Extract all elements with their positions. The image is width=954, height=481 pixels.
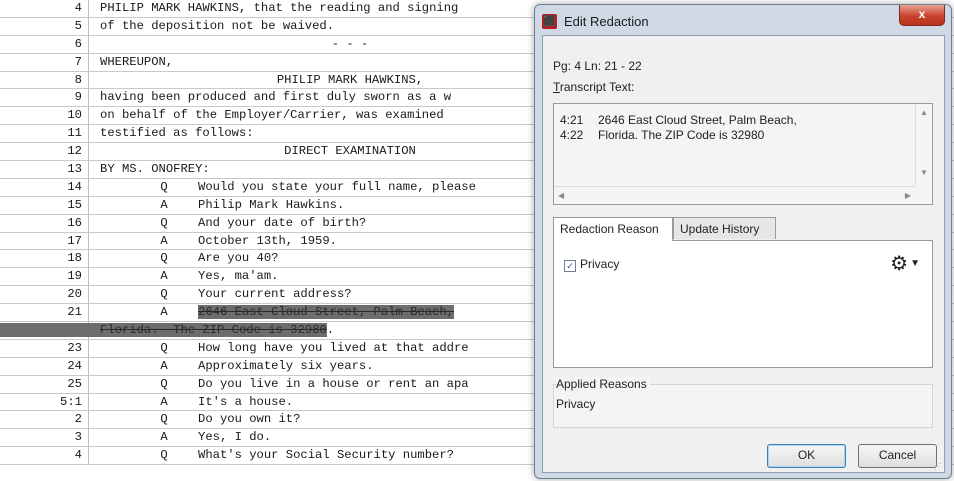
line-number: 4	[0, 0, 89, 17]
chevron-down-icon: ▼	[910, 258, 920, 269]
line-body: Approximately six years.	[198, 358, 374, 373]
scroll-up-icon[interactable]: ▲	[920, 108, 928, 117]
scroll-left-icon[interactable]: ◀	[558, 191, 564, 200]
transcript-text-box[interactable]: 4:21 2646 East Cloud Street, Palm Beach, …	[553, 103, 933, 205]
redacted-text[interactable]: Florida. The ZIP Code is 32980	[0, 323, 327, 338]
redaction-reason-panel: ✓ Privacy ⚙ ▼	[553, 240, 933, 368]
line-number: 11	[0, 125, 89, 143]
ok-button[interactable]: OK	[767, 444, 846, 468]
gear-icon: ⚙	[890, 253, 909, 275]
page-line-label: Pg: 4 Ln: 21 - 22	[553, 59, 642, 73]
close-button[interactable]: x	[899, 5, 945, 26]
line-body: October 13th, 1959.	[198, 233, 337, 248]
line-body: Yes, ma'am.	[198, 269, 279, 284]
speaker-label: Q	[160, 340, 168, 355]
cancel-button[interactable]: Cancel	[858, 444, 937, 468]
scroll-down-icon[interactable]: ▼	[920, 168, 928, 177]
speaker-label: Q	[160, 215, 168, 230]
resize-grip-icon[interactable]: ⋰	[934, 462, 942, 471]
speaker-label: A	[160, 305, 168, 320]
line-body: WHEREUPON,	[100, 54, 174, 69]
line-body: How long have you lived at that addre	[198, 340, 469, 355]
speaker-label: Q	[160, 412, 168, 427]
applied-reasons-value: Privacy	[556, 397, 596, 411]
line-body: having been produced and first duly swor…	[100, 90, 452, 105]
line-body: What's your Social Security number?	[198, 448, 454, 463]
tab-redaction-reason[interactable]: Redaction Reason	[553, 217, 673, 241]
line-number: 18	[0, 250, 89, 268]
line-number: 20	[0, 286, 89, 304]
line-number: 10	[0, 107, 89, 125]
line-body: of the deposition not be waived.	[100, 18, 335, 33]
line-body: Philip Mark Hawkins.	[198, 197, 345, 212]
speaker-label: Q	[160, 376, 168, 391]
line-number: 9	[0, 89, 89, 107]
line-body: It's a house.	[198, 394, 294, 409]
speaker-label: A	[160, 394, 168, 409]
line-number: 3	[0, 429, 89, 447]
speaker-label: Q	[160, 179, 168, 194]
line-body: PHILIP MARK HAWKINS,	[276, 72, 424, 87]
line-body: on behalf of the Employer/Carrier, was e…	[100, 108, 444, 123]
line-body: And your date of birth?	[198, 215, 367, 230]
line-body: Would you state your full name, please	[198, 179, 476, 194]
horizontal-scrollbar[interactable]: ◀ ▶	[554, 186, 915, 204]
transcript-text-row: 4:22 Florida. The ZIP Code is 32980	[560, 128, 765, 142]
speaker-label: A	[160, 197, 168, 212]
speaker-label: A	[160, 233, 168, 248]
vertical-scrollbar[interactable]: ▲ ▼	[915, 104, 932, 186]
speaker-label: A	[160, 269, 168, 284]
line-number: 5	[0, 17, 89, 35]
line-number: 4	[0, 447, 89, 465]
scroll-right-icon[interactable]: ▶	[905, 191, 911, 200]
line-number: 5:1	[0, 393, 89, 411]
line-body: PHILIP MARK HAWKINS, that the reading an…	[100, 1, 459, 15]
line-number: 21	[0, 304, 89, 322]
speaker-label: A	[160, 430, 168, 445]
close-icon: x	[918, 7, 926, 21]
app-icon: ⬛	[542, 14, 557, 29]
speaker-label: Q	[160, 448, 168, 463]
line-number: 15	[0, 196, 89, 214]
dialog-client-area: Pg: 4 Ln: 21 - 22 Transcript Text: 4:21 2…	[542, 35, 945, 473]
line-number: 14	[0, 178, 89, 196]
applied-reasons-group: Applied Reasons Privacy	[553, 377, 933, 428]
dialog-titlebar[interactable]: ⬛ Edit Redaction x	[535, 5, 951, 35]
transcript-text-label: Transcript Text:	[553, 80, 635, 94]
line-number: 16	[0, 214, 89, 232]
tab-update-history[interactable]: Update History	[673, 217, 776, 239]
line-body: BY MS. ONOFREY:	[100, 162, 210, 177]
line-number: 19	[0, 268, 89, 286]
line-body: Do you live in a house or rent an apa	[198, 376, 469, 391]
line-body: - - -	[331, 36, 369, 51]
line-body: Are you 40?	[198, 251, 279, 266]
line-body: Yes, I do.	[198, 430, 272, 445]
line-number: 17	[0, 232, 89, 250]
line-number: 13	[0, 161, 89, 178]
redacted-text[interactable]: 2646 East Cloud Street, Palm Beach,	[198, 305, 454, 320]
line-body: testified as follows:	[100, 126, 254, 141]
checkbox-check-icon: ✓	[564, 260, 576, 272]
line-number: 7	[0, 53, 89, 71]
speaker-label: Q	[160, 251, 168, 266]
line-number: 24	[0, 357, 89, 375]
privacy-checkbox[interactable]: ✓ Privacy	[564, 257, 619, 272]
edit-redaction-dialog: ⬛ Edit Redaction x Pg: 4 Ln: 21 - 22 Tra…	[534, 4, 952, 479]
applied-reasons-title: Applied Reasons	[556, 377, 650, 391]
line-number: 25	[0, 375, 89, 393]
gear-menu-button[interactable]: ⚙ ▼	[890, 251, 920, 276]
line-number: 2	[0, 411, 89, 429]
speaker-label: Q	[160, 287, 168, 302]
line-body: Your current address?	[198, 287, 352, 302]
dialog-title: Edit Redaction	[564, 14, 649, 29]
transcript-text-row: 4:21 2646 East Cloud Street, Palm Beach,	[560, 113, 797, 127]
speaker-label: A	[160, 358, 168, 373]
line-number: 23	[0, 339, 89, 357]
line-body: Do you own it?	[198, 412, 301, 427]
line-body: .	[326, 323, 335, 338]
line-body: DIRECT EXAMINATION	[284, 144, 416, 159]
